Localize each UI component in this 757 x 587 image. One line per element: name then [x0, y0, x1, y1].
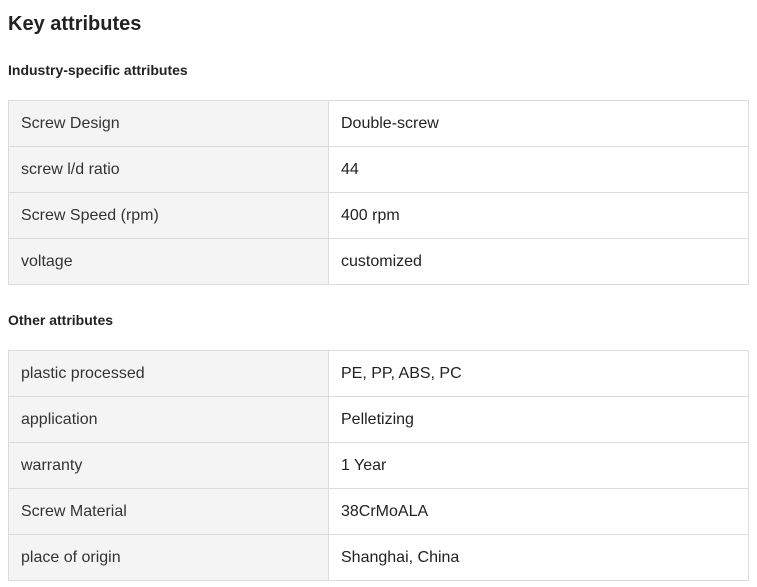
- page-title: Key attributes: [8, 13, 142, 35]
- other-attributes-table: plastic processed PE, PP, ABS, PC applic…: [8, 350, 749, 581]
- table-row: Screw Material 38CrMoALA: [8, 488, 749, 535]
- attribute-value: 1 Year: [328, 442, 749, 489]
- table-row: warranty 1 Year: [8, 442, 749, 489]
- attribute-value: customized: [328, 238, 749, 285]
- table-row: application Pelletizing: [8, 396, 749, 443]
- attribute-key: application: [8, 396, 329, 443]
- attribute-key: Screw Speed (rpm): [8, 192, 329, 239]
- attribute-key: Screw Design: [8, 100, 329, 147]
- attribute-value: Pelletizing: [328, 396, 749, 443]
- attribute-key: plastic processed: [8, 350, 329, 397]
- table-row: voltage customized: [8, 238, 749, 285]
- attribute-key: voltage: [8, 238, 329, 285]
- section-heading-industry-specific: Industry-specific attributes: [8, 62, 188, 78]
- attribute-key: screw l/d ratio: [8, 146, 329, 193]
- table-row: place of origin Shanghai, China: [8, 534, 749, 581]
- table-row: plastic processed PE, PP, ABS, PC: [8, 350, 749, 397]
- attribute-key: Screw Material: [8, 488, 329, 535]
- attribute-value: 38CrMoALA: [328, 488, 749, 535]
- table-row: Screw Design Double-screw: [8, 100, 749, 147]
- attribute-value: Double-screw: [328, 100, 749, 147]
- attribute-value: Shanghai, China: [328, 534, 749, 581]
- attribute-value: PE, PP, ABS, PC: [328, 350, 749, 397]
- attribute-key: warranty: [8, 442, 329, 489]
- attribute-value: 400 rpm: [328, 192, 749, 239]
- attribute-value: 44: [328, 146, 749, 193]
- table-row: Screw Speed (rpm) 400 rpm: [8, 192, 749, 239]
- table-row: screw l/d ratio 44: [8, 146, 749, 193]
- section-heading-other-attributes: Other attributes: [8, 312, 114, 328]
- industry-specific-attributes-table: Screw Design Double-screw screw l/d rati…: [8, 100, 749, 285]
- attribute-key: place of origin: [8, 534, 329, 581]
